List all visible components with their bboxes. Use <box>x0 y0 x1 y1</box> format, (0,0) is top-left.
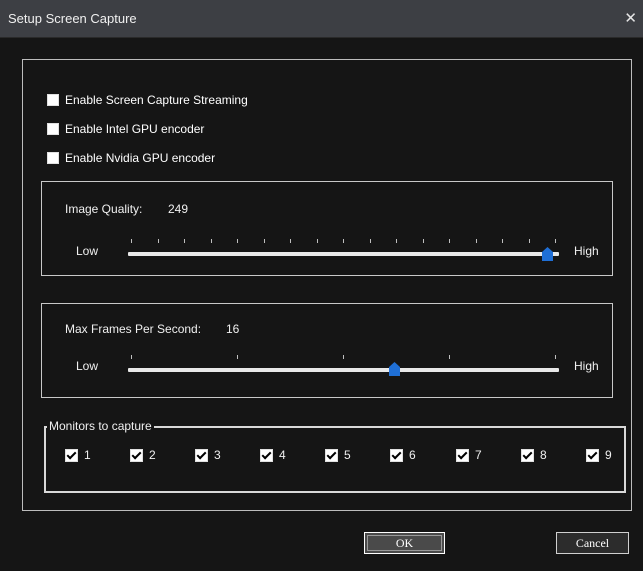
enable-intel-checkbox[interactable] <box>47 123 59 135</box>
monitor-label: 7 <box>475 448 482 462</box>
cancel-button[interactable]: Cancel <box>556 532 629 554</box>
enable-intel-option[interactable]: Enable Intel GPU encoder <box>47 122 204 136</box>
slider-tick <box>502 239 503 243</box>
enable-nvidia-label: Enable Nvidia GPU encoder <box>65 151 216 165</box>
enable-streaming-label: Enable Screen Capture Streaming <box>65 93 248 107</box>
monitor-checkbox[interactable] <box>195 448 208 462</box>
max-fps-slider-thumb[interactable] <box>388 362 400 376</box>
slider-tick <box>237 239 238 243</box>
monitor-label: 6 <box>409 448 416 462</box>
slider-tick <box>449 355 450 359</box>
image-quality-low-label: Low <box>76 244 99 258</box>
monitor-option[interactable]: 7 <box>456 448 482 462</box>
monitor-checkbox[interactable] <box>456 448 469 462</box>
slider-tick <box>449 239 450 243</box>
monitor-option[interactable]: 8 <box>521 448 547 462</box>
window-title: Setup Screen Capture <box>8 11 137 26</box>
monitor-checkbox[interactable] <box>65 448 78 462</box>
monitor-option[interactable]: 6 <box>390 448 416 462</box>
monitor-checkbox[interactable] <box>260 448 273 462</box>
slider-tick <box>131 355 132 359</box>
monitor-option[interactable]: 4 <box>260 448 286 462</box>
slider-tick <box>131 239 132 243</box>
image-quality-high-label: High <box>574 244 599 258</box>
max-fps-group <box>41 303 613 398</box>
image-quality-group <box>41 181 613 276</box>
slider-tick <box>528 239 530 243</box>
enable-streaming-checkbox[interactable] <box>47 94 59 106</box>
close-icon[interactable]: ✕ <box>624 9 637 27</box>
max-fps-slider[interactable] <box>128 368 559 372</box>
slider-tick <box>237 355 238 359</box>
monitor-checkbox[interactable] <box>521 448 534 462</box>
slider-tick <box>396 239 397 243</box>
slider-tick <box>290 239 291 243</box>
enable-nvidia-checkbox[interactable] <box>47 152 59 164</box>
slider-tick <box>475 239 477 243</box>
slider-tick <box>316 239 318 243</box>
slider-tick <box>369 239 371 243</box>
monitor-label: 9 <box>605 448 612 462</box>
monitor-checkbox[interactable] <box>130 448 143 462</box>
monitor-checkbox[interactable] <box>390 448 403 462</box>
monitor-option[interactable]: 2 <box>130 448 156 462</box>
monitor-label: 5 <box>344 448 351 462</box>
max-fps-label: Max Frames Per Second: <box>65 322 202 336</box>
image-quality-label: Image Quality: <box>65 202 143 216</box>
max-fps-value: 16 <box>226 322 240 336</box>
enable-streaming-option[interactable]: Enable Screen Capture Streaming <box>47 93 248 107</box>
monitor-label: 3 <box>214 448 221 462</box>
monitor-option[interactable]: 5 <box>325 448 351 462</box>
slider-tick <box>184 239 185 243</box>
max-fps-high-label: High <box>574 359 599 373</box>
monitor-checkbox[interactable] <box>586 448 599 462</box>
monitor-checkbox[interactable] <box>325 448 338 462</box>
monitor-label: 4 <box>279 448 286 462</box>
slider-tick <box>555 355 556 359</box>
monitor-label: 8 <box>540 448 547 462</box>
slider-tick <box>263 239 265 243</box>
enable-intel-label: Enable Intel GPU encoder <box>65 122 205 136</box>
slider-tick <box>422 239 424 243</box>
slider-tick <box>343 355 344 359</box>
monitor-label: 2 <box>149 448 156 462</box>
max-fps-low-label: Low <box>76 359 99 373</box>
slider-tick <box>157 239 159 243</box>
image-quality-slider[interactable] <box>128 252 559 256</box>
slider-tick <box>210 239 212 243</box>
title-bar: Setup Screen Capture ✕ <box>0 0 643 38</box>
slider-tick <box>555 239 556 243</box>
monitor-label: 1 <box>84 448 91 462</box>
image-quality-value: 249 <box>168 202 189 216</box>
image-quality-slider-thumb[interactable] <box>541 247 553 261</box>
monitor-option[interactable]: 9 <box>586 448 612 462</box>
monitor-option[interactable]: 1 <box>65 448 91 462</box>
monitor-option[interactable]: 3 <box>195 448 221 462</box>
enable-nvidia-option[interactable]: Enable Nvidia GPU encoder <box>47 151 215 165</box>
monitors-legend: Monitors to capture <box>47 419 154 433</box>
slider-tick <box>343 239 344 243</box>
ok-button[interactable]: OK <box>364 532 445 554</box>
